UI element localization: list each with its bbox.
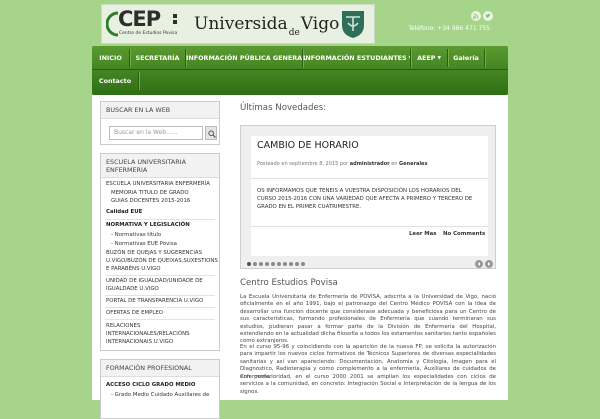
escuela-widget: ESCUELA UNIVERSITARIA ENFERMERIA ESCUELA … (100, 153, 220, 351)
menu-item-escuela[interactable]: ESCUELA UNIVERSITARIA ENFERMERÍA (106, 181, 210, 188)
formacion-widget: FORMACIÓN PROFESIONAL ACCESO CICLO GRADO… (100, 359, 220, 419)
rss-icon[interactable] (471, 11, 481, 21)
slider-dot[interactable] (259, 262, 263, 266)
nav-secretaria[interactable]: SECRETARÍA (130, 47, 185, 69)
menu-item-guias[interactable]: GUIAS DOCENTES 2015-2016 (111, 198, 190, 205)
menu-item-grado-medio[interactable]: - Grado Medio Cuidado Auxiliares de (111, 392, 209, 399)
menu-item-acceso-ciclo[interactable]: ACCESO CICLO GRADO MEDIO (106, 382, 196, 389)
menu-item-normativas-titulo[interactable]: - Normativas título (111, 232, 161, 239)
menu-divider (105, 319, 215, 320)
post-divider (251, 178, 488, 179)
nav-informacion-estudiantes-label: INFORMACIÓN ESTUDIANTES (303, 54, 407, 62)
about-paragraph-1: La Escuela Universitaria de Enfermería d… (240, 294, 496, 345)
chevron-down-icon: ▼ (437, 56, 441, 61)
nav-contacto[interactable]: Contacto (92, 70, 138, 92)
formacion-widget-title: FORMACIÓN PROFESIONAL (101, 360, 219, 377)
slider-dot[interactable] (253, 262, 257, 266)
nav-informacion-publica[interactable]: INFORMACIÓN PÚBLICA GENERAL (186, 47, 306, 69)
cep-logo-colon-icon (173, 14, 177, 24)
post-meta: Posteado en septiembre 8, 2015 por admin… (257, 161, 427, 167)
post-author-link[interactable]: administrador (350, 161, 390, 167)
menu-item-calidad[interactable]: Calidad EUE (106, 209, 142, 216)
menu-item-normativas-eue[interactable]: - Normativas EUE Povisa (111, 241, 177, 248)
header-phone: Teléfono: +34 986 471 755 (408, 25, 490, 32)
comments-link[interactable]: No Comments (443, 231, 485, 237)
nav-aeep-label: AEEP (417, 54, 436, 62)
escuela-title-line2: ENFERMERIA (106, 166, 148, 174)
nav-informacion-estudiantes[interactable]: INFORMACIÓN ESTUDIANTES▼ (303, 47, 412, 69)
post-title[interactable]: CAMBIO DE HORARIO (257, 140, 359, 151)
slider-dot[interactable] (289, 262, 293, 266)
menu-item-transparencia[interactable]: PORTAL DE TRANSPARENCIA U.VIGO (106, 298, 203, 305)
nav-aeep[interactable]: AEEP ▼ (411, 47, 447, 69)
cep-logo-subtitle: Centro de Estudios Povisa (119, 31, 178, 36)
nav-row-divider (92, 69, 508, 70)
cep-logo[interactable]: CEP Centro de Estudios Povisa (106, 7, 184, 39)
escuela-title-line1: ESCUELA UNIVERSITARIA (106, 158, 186, 166)
menu-item-relaciones-line2[interactable]: INTERNACIONALES/RELACIÓNS (106, 331, 190, 338)
nav-galeria[interactable]: Galería (448, 47, 484, 69)
menu-divider (105, 307, 215, 308)
main-navigation: INICIO SECRETARÍA INFORMACIÓN PÚBLICA GE… (92, 46, 508, 95)
slider-prev-button[interactable] (475, 260, 483, 268)
nav-separator (484, 49, 485, 67)
university-name-vigo: Vigo (300, 14, 340, 34)
menu-item-igualdad-line2[interactable]: IGUALDADE U.VIGO (106, 286, 159, 293)
slider-dot[interactable] (247, 262, 251, 266)
news-slider: CAMBIO DE HORARIO Posteado en septiembre… (240, 125, 496, 269)
escuela-widget-title: ESCUELA UNIVERSITARIA ENFERMERIA (101, 154, 219, 178)
menu-divider (105, 295, 215, 296)
menu-item-relaciones-line3[interactable]: INTERNACIONAIS U.VIGO (106, 339, 173, 346)
content-area: BUSCAR EN LA WEB Buscar en la Web...... … (92, 95, 508, 419)
cep-logo-text: CEP (118, 7, 161, 31)
search-button[interactable] (205, 126, 217, 140)
menu-item-buzon-line2[interactable]: U.VIGO/BUZÓN DE QUEIXAS,SUXESTIONS (106, 258, 218, 265)
search-widget-title: BUSCAR EN LA WEB (101, 102, 219, 119)
slider-dot[interactable] (271, 262, 275, 266)
slider-dot[interactable] (295, 262, 299, 266)
slider-dot[interactable] (301, 262, 305, 266)
about-paragraph-3: Con posterioridad, en el curso 2000 2001… (240, 374, 496, 395)
menu-item-relaciones[interactable]: RELACIONES (106, 323, 140, 330)
university-name-de: de (288, 28, 300, 38)
nav-inicio[interactable]: INICIO (92, 47, 129, 69)
menu-item-buzon-line3[interactable]: E PARABÉNS U.VIGO (106, 266, 161, 273)
header-banner[interactable]: CEP Centro de Estudios Povisa Universida… (101, 4, 375, 44)
post-divider (251, 226, 488, 227)
slider-dot[interactable] (277, 262, 281, 266)
menu-item-ofertas-empleo[interactable]: OFERTAS DE EMPLEO (106, 310, 163, 317)
chevron-left-icon (477, 262, 480, 266)
nav-separator (138, 72, 139, 90)
search-icon (208, 130, 216, 138)
chevron-right-icon (488, 262, 491, 266)
read-more-link[interactable]: Leer Mas (409, 231, 437, 237)
menu-divider (105, 275, 215, 276)
menu-item-buzon[interactable]: BUZÓN DE QUEJAS Y SUGERENCIAS (106, 250, 202, 257)
post-body: OS INFORMAMOS QUE TENEIS A VUESTRA DISPO… (257, 188, 473, 210)
slider-dot[interactable] (265, 262, 269, 266)
search-widget: BUSCAR EN LA WEB Buscar en la Web...... (100, 101, 220, 145)
search-input[interactable]: Buscar en la Web...... (109, 126, 203, 140)
slider-dot[interactable] (283, 262, 287, 266)
post-meta-in: en (391, 161, 398, 167)
university-name-part: Universida (194, 14, 288, 34)
news-post-card: CAMBIO DE HORARIO Posteado en septiembre… (251, 136, 488, 256)
post-meta-date: Posteado en septiembre 8, 2015 por (257, 161, 349, 167)
university-seal-icon (342, 11, 364, 38)
news-section-title: Últimas Novedades: (240, 103, 327, 113)
post-category-link[interactable]: Generales (399, 161, 427, 167)
twitter-icon[interactable] (483, 11, 493, 21)
menu-divider (105, 219, 215, 220)
university-logo-text: UniversidadeVigo (194, 14, 340, 38)
menu-item-memoria[interactable]: MEMORIA TITULO DE GRADO (111, 190, 189, 197)
slider-next-button[interactable] (485, 260, 493, 268)
menu-item-normativa[interactable]: NORMATIVA Y LEGISLACIÓN (106, 222, 190, 229)
menu-item-igualdad[interactable]: UNIDAD DE IGUALDAD/UNIDADE DE (106, 278, 203, 285)
about-section-title: Centro Estudios Povisa (240, 278, 338, 288)
